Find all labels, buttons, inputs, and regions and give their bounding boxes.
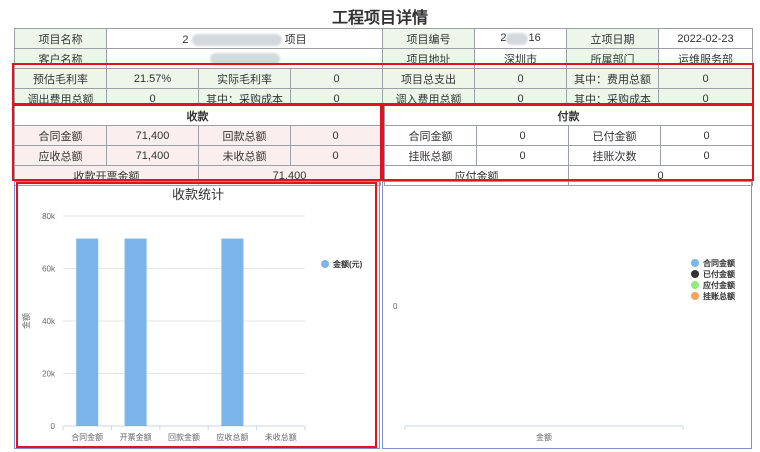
project-name-label: 项目名称 [14, 28, 107, 49]
redacted-text [506, 32, 529, 45]
project-no-value: 2 16 [474, 28, 568, 49]
customer-label: 客户名称 [14, 48, 107, 69]
legend-swatch [691, 281, 699, 289]
customer-value [105, 48, 384, 69]
payments-bar-chart: 0 金额 合同金额已付金额应付金额挂账总额 [393, 258, 735, 442]
y-tick-label: 0 [51, 422, 56, 431]
dept-value: 运维服务部 [658, 48, 754, 69]
pending-value: 0 [476, 145, 569, 166]
receipts-chart-panel: 收款统计 0 20k 40k 60k 80k 合同金额 开票金额 回款金额 应收总额 未收总额 金额 金… [14, 181, 380, 449]
paid-label: 已付金额 [568, 125, 661, 146]
receipts-header: 收款 [14, 105, 381, 126]
project-no-label: 项目编号 [382, 28, 476, 49]
receivable-label: 应收总额 [14, 145, 107, 166]
pending-label: 挂账总额 [384, 145, 477, 166]
total-expense-value: 0 [474, 68, 568, 89]
address-label: 项目地址 [382, 48, 476, 69]
legend-label: 挂账总额 [703, 291, 735, 301]
x-tick-label: 金额 [536, 432, 552, 442]
y-tick-label: 80k [42, 212, 56, 221]
x-tick-label: 应收总额 [216, 432, 248, 442]
x-tick-label: 合同金额 [71, 432, 103, 442]
pending-count-value: 0 [660, 145, 753, 166]
redacted-text [191, 33, 282, 46]
pending-count-label: 挂账次数 [568, 145, 661, 166]
x-tick-label: 未收总额 [265, 432, 297, 442]
actual-margin-value: 0 [289, 68, 384, 89]
bar [124, 238, 147, 426]
est-margin-value: 21.57% [106, 68, 199, 89]
page-title: 工程项目详情 [331, 10, 428, 27]
x-tick-label: 开票金额 [120, 432, 152, 442]
receivable-value: 71,400 [106, 145, 199, 166]
project-info-table: 项目名称 2 项目 项目编号 2 16 立项日期 2022-02-23 客户名称 … [14, 28, 754, 109]
bar [221, 238, 244, 426]
pay-contract-label: 合同金额 [384, 125, 477, 146]
legend-label: 合同金额 [702, 258, 735, 268]
y-tick-label: 0 [393, 302, 398, 311]
dept-label: 所属部门 [566, 48, 660, 69]
total-expense-label: 项目总支出 [382, 68, 476, 89]
project-name-value: 2 项目 [105, 28, 384, 49]
fee-total-value: 0 [658, 68, 754, 89]
legend-label: 应付金额 [703, 280, 735, 290]
receipts-table: 收款 合同金额 71,400 回款总额 0 应收总额 71,400 未收总额 0… [14, 105, 381, 186]
address-value: 深圳市 [474, 48, 568, 69]
y-tick-label: 60k [42, 265, 56, 274]
receipts-bar-chart: 收款统计 0 20k 40k 60k 80k 合同金额 开票金额 回款金额 应收总额 未收总额 金额 金… [21, 187, 363, 442]
est-margin-label: 预估毛利率 [14, 68, 107, 89]
fee-total-label: 其中：费用总额 [566, 68, 660, 89]
bar [76, 238, 99, 426]
x-tick-label: 回款金额 [168, 432, 200, 442]
pay-contract-value: 0 [476, 125, 569, 146]
payments-header: 付款 [384, 105, 753, 126]
legend-swatch [691, 259, 699, 267]
y-tick-label: 40k [42, 317, 56, 326]
legend-label: 金额(元) [332, 259, 363, 269]
start-date-label: 立项日期 [566, 28, 660, 49]
returned-value: 0 [290, 125, 381, 146]
legend-swatch [691, 270, 699, 278]
actual-margin-label: 实际毛利率 [198, 68, 291, 89]
receipt-contract-value: 71,400 [106, 125, 199, 146]
redacted-text [209, 52, 280, 65]
unreceived-value: 0 [290, 145, 381, 166]
y-tick-label: 20k [42, 370, 56, 379]
unreceived-label: 未收总额 [198, 145, 291, 166]
legend-label: 已付金额 [703, 269, 735, 279]
payments-table: 付款 合同金额 0 已付金额 0 挂账总额 0 挂账次数 0 应付金额 0 [384, 105, 753, 186]
start-date-value: 2022-02-23 [658, 28, 754, 49]
legend-swatch [321, 260, 329, 268]
y-axis-label: 金额 [21, 313, 31, 329]
returned-label: 回款总额 [198, 125, 291, 146]
legend-swatch [691, 292, 699, 300]
chart-title: 收款统计 [172, 187, 224, 202]
paid-value: 0 [660, 125, 753, 146]
payments-chart-panel: 0 金额 合同金额 已付金额 应付金额 挂账总额 [382, 181, 752, 449]
receipt-contract-label: 合同金额 [14, 125, 107, 146]
